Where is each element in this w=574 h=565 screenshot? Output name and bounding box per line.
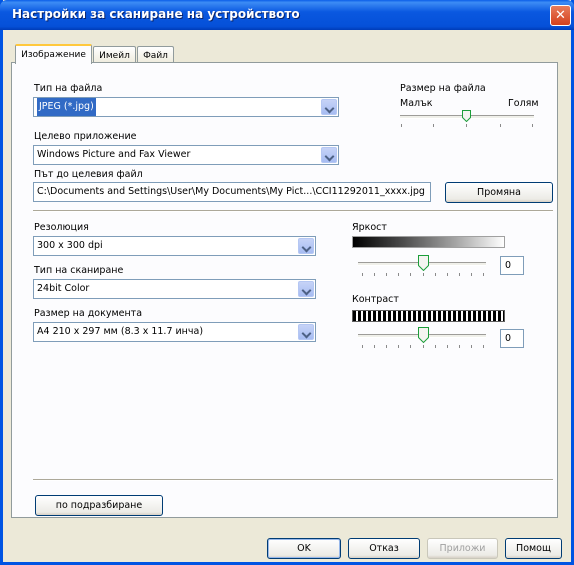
contrast-slider-thumb[interactable]: [418, 327, 429, 343]
apply-button: Приложи: [427, 538, 498, 559]
file-size-ticks: [400, 124, 534, 128]
change-path-button[interactable]: Промяна: [445, 182, 553, 203]
chevron-down-icon[interactable]: [321, 147, 337, 163]
chevron-down-icon[interactable]: [298, 324, 314, 340]
chevron-down-icon[interactable]: [321, 99, 337, 115]
file-type-select[interactable]: JPEG (*.jpg): [33, 97, 339, 117]
file-type-value: JPEG (*.jpg): [37, 98, 96, 116]
scan-type-select[interactable]: 24bit Color: [33, 279, 316, 299]
file-size-max-label: Голям: [508, 98, 539, 109]
resolution-value: 300 x 300 dpi: [37, 240, 103, 251]
restore-defaults-button[interactable]: по подразбиране: [35, 495, 163, 516]
contrast-value-field[interactable]: 0: [500, 329, 524, 348]
contrast-ticks: [362, 345, 486, 349]
close-button[interactable]: ✕: [550, 5, 571, 26]
title-bar[interactable]: Настройки за сканиране на устройството ✕: [0, 0, 574, 30]
brightness-slider-thumb[interactable]: [418, 255, 429, 271]
tab-image[interactable]: Изображение: [15, 44, 92, 64]
contrast-label: Контраст: [352, 294, 399, 305]
ok-button[interactable]: OK: [267, 538, 341, 559]
target-path-field[interactable]: C:\Documents and Settings\User\My Docume…: [33, 182, 431, 202]
brightness-ticks: [362, 273, 486, 277]
scan-type-value: 24bit Color: [37, 283, 90, 294]
section-divider: [33, 210, 553, 212]
target-path-label: Път до целевия файл: [34, 169, 143, 180]
resolution-label: Резолюция: [34, 222, 89, 233]
target-app-label: Целево приложение: [34, 131, 137, 142]
file-size-label: Размер на файла: [400, 83, 486, 94]
chevron-down-icon[interactable]: [298, 238, 314, 254]
contrast-pattern-bar: [352, 310, 505, 322]
help-button[interactable]: Помощ: [505, 538, 562, 559]
chevron-down-icon[interactable]: [298, 281, 314, 297]
brightness-label: Яркост: [352, 222, 387, 233]
document-size-value: A4 210 x 297 мм (8.3 x 11.7 инча): [37, 326, 204, 337]
file-type-label: Тип на файла: [34, 83, 103, 94]
document-size-select[interactable]: A4 210 x 297 мм (8.3 x 11.7 инча): [33, 322, 316, 342]
resolution-select[interactable]: 300 x 300 dpi: [33, 236, 316, 256]
window-title: Настройки за сканиране на устройството: [12, 7, 300, 21]
cancel-button[interactable]: Отказ: [348, 538, 420, 559]
file-size-min-label: Малък: [400, 98, 433, 109]
document-size-label: Размер на документа: [34, 308, 143, 319]
bottom-divider: [33, 479, 553, 481]
brightness-value-field[interactable]: 0: [500, 256, 524, 275]
file-size-slider-thumb[interactable]: [462, 110, 471, 122]
target-app-value: Windows Picture and Fax Viewer: [37, 149, 191, 160]
scan-type-label: Тип на сканиране: [34, 265, 124, 276]
brightness-gradient-bar: [352, 236, 505, 248]
target-app-select[interactable]: Windows Picture and Fax Viewer: [33, 145, 339, 165]
